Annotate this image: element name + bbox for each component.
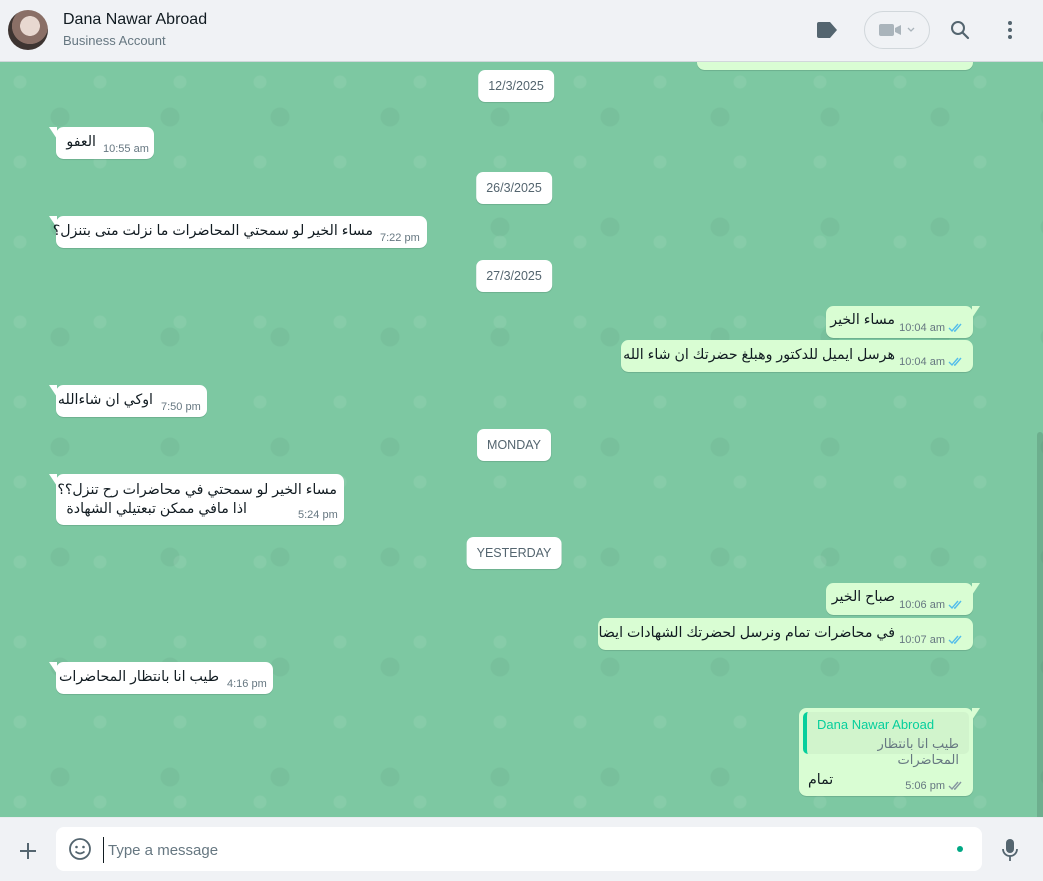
- timestamp: 5:24 pm: [298, 509, 338, 521]
- quoted-author: Dana Nawar Abroad: [817, 717, 935, 732]
- message-text: اوكي ان شاءالله: [57, 392, 153, 408]
- contact-subtitle: Business Account: [63, 33, 166, 48]
- message-text: العفو: [66, 134, 96, 150]
- date-divider: 27/3/2025: [476, 260, 552, 292]
- message-time: 10:04 am: [899, 322, 964, 334]
- message-text: مساء الخير: [830, 312, 895, 328]
- date-divider: MONDAY: [477, 429, 551, 461]
- contact-name[interactable]: Dana Nawar Abroad: [63, 11, 207, 29]
- quoted-message[interactable]: Dana Nawar Abroad طيب انا بانتظار المحاض…: [803, 712, 969, 767]
- label-icon[interactable]: [814, 17, 840, 43]
- message-text: مساء الخير لو سمحتي المحاضرات ما نزلت مت…: [52, 223, 373, 239]
- message-text: في محاضرات تمام ونرسل لحضرتك الشهادات اي…: [598, 625, 895, 641]
- search-icon[interactable]: [947, 17, 973, 43]
- timestamp: 4:16 pm: [227, 678, 267, 690]
- message-text: طيب انا بانتظار المحاضرات: [59, 669, 219, 685]
- delivered-ticks-icon: [948, 781, 962, 791]
- message-text-line-2: اذا مافي ممكن تبعتيلي الشهادة: [66, 501, 247, 517]
- timestamp: 10:07 am: [899, 634, 945, 646]
- message-text: هرسل ايميل للدكتور وهبلغ حضرتك ان شاء ال…: [623, 347, 895, 363]
- message-text: تمام: [808, 772, 834, 788]
- message-input-box: [56, 827, 982, 871]
- menu-icon[interactable]: [997, 17, 1023, 43]
- video-call-icon: [879, 24, 901, 36]
- message-text-line-1: مساء الخير لو سمحتي في محاضرات رح تنزل؟؟: [57, 482, 337, 498]
- message-bubble[interactable]: طيب انا بانتظار المحاضرات 4:16 pm: [49, 662, 273, 694]
- contact-avatar[interactable]: [8, 10, 48, 50]
- message-time: 10:07 am: [899, 634, 964, 646]
- message-time: 10:04 am: [899, 356, 964, 368]
- message-bubble[interactable]: اوكي ان شاءالله 7:50 pm: [49, 385, 207, 417]
- chevron-down-icon: [907, 27, 915, 32]
- message-bubble[interactable]: مساء الخير 10:04 am: [826, 306, 980, 338]
- timestamp: 10:04 am: [899, 322, 945, 334]
- date-divider: YESTERDAY: [466, 537, 562, 569]
- message-bubble[interactable]: هرسل ايميل للدكتور وهبلغ حضرتك ان شاء ال…: [621, 340, 973, 372]
- date-divider: 26/3/2025: [476, 172, 552, 204]
- message-bubble-reply[interactable]: Dana Nawar Abroad طيب انا بانتظار المحاض…: [799, 708, 980, 796]
- message-time: 10:55 am: [103, 143, 149, 155]
- message-time: 5:06 pm: [905, 780, 964, 792]
- chat-area[interactable]: 12/3/2025 العفو 10:55 am 26/3/2025 مساء …: [0, 62, 1043, 817]
- read-ticks-icon: [948, 323, 962, 333]
- chat-scrollbar[interactable]: [1037, 432, 1043, 817]
- timestamp: 7:22 pm: [380, 232, 420, 244]
- message-bubble[interactable]: مساء الخير لو سمحتي المحاضرات ما نزلت مت…: [49, 216, 427, 248]
- status-dot: [957, 846, 963, 852]
- video-call-button[interactable]: [864, 11, 930, 49]
- message-composer: [0, 817, 1043, 881]
- message-bubble[interactable]: صباح الخير 10:06 am: [826, 583, 980, 615]
- timestamp: 10:55 am: [103, 143, 149, 155]
- message-time: 4:16 pm: [227, 678, 267, 690]
- message-bubble[interactable]: في محاضرات تمام ونرسل لحضرتك الشهادات اي…: [598, 618, 973, 650]
- date-divider: 12/3/2025: [478, 70, 554, 102]
- quoted-text: طيب انا بانتظار المحاضرات: [877, 736, 959, 767]
- attach-plus-icon[interactable]: [15, 838, 41, 864]
- microphone-icon[interactable]: [998, 836, 1022, 864]
- read-ticks-icon: [948, 635, 962, 645]
- message-time: 10:06 am: [899, 599, 964, 611]
- read-ticks-icon: [948, 600, 962, 610]
- message-input[interactable]: [103, 837, 950, 863]
- message-bubble-partial[interactable]: [697, 62, 973, 70]
- chat-header: Dana Nawar Abroad Business Account: [0, 0, 1043, 62]
- timestamp: 10:06 am: [899, 599, 945, 611]
- sticker-emoji-icon[interactable]: [68, 837, 92, 861]
- timestamp: 5:06 pm: [905, 780, 945, 792]
- message-time: 5:24 pm: [298, 509, 338, 521]
- message-time: 7:50 pm: [161, 401, 201, 413]
- timestamp: 10:04 am: [899, 356, 945, 368]
- message-bubble[interactable]: العفو 10:55 am: [49, 127, 154, 159]
- message-time: 7:22 pm: [380, 232, 420, 244]
- message-bubble[interactable]: مساء الخير لو سمحتي في محاضرات رح تنزل؟؟…: [49, 474, 344, 525]
- message-text: صباح الخير: [831, 589, 895, 605]
- timestamp: 7:50 pm: [161, 401, 201, 413]
- read-ticks-icon: [948, 357, 962, 367]
